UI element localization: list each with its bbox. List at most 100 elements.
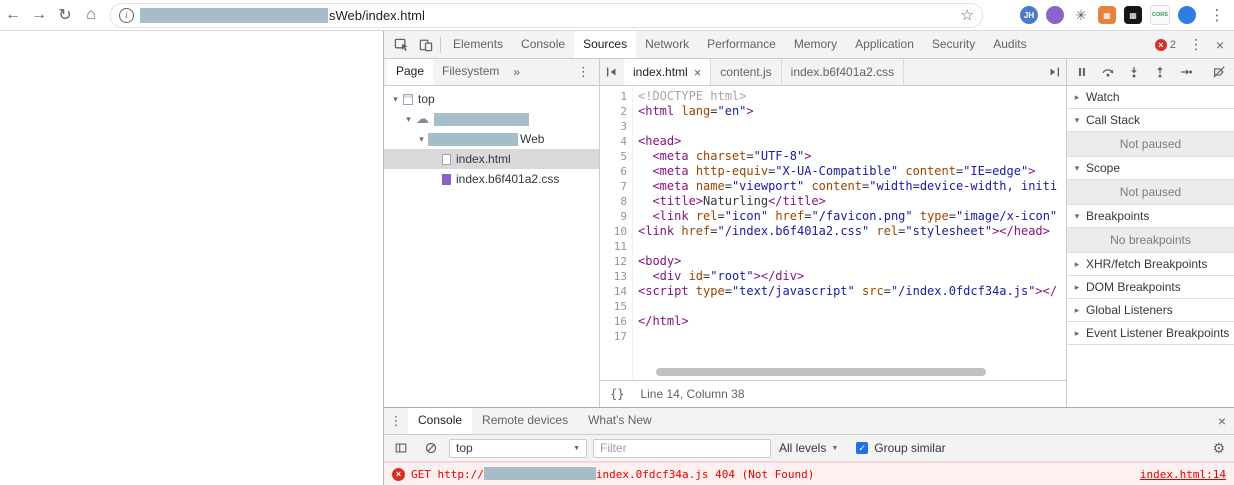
extension-purple-icon[interactable] bbox=[1046, 6, 1064, 24]
close-tab-icon[interactable]: × bbox=[694, 66, 702, 79]
section-call-stack[interactable]: ▾ Call Stack bbox=[1067, 109, 1234, 132]
editor-tab-index-html[interactable]: index.html × bbox=[624, 59, 712, 85]
line-number[interactable]: 9 bbox=[600, 209, 627, 224]
line-number[interactable]: 15 bbox=[600, 299, 627, 314]
navigator-tab-page[interactable]: Page bbox=[387, 59, 434, 85]
tree-item-redacted[interactable]: ▾ ☁ bbox=[384, 109, 599, 129]
error-message: GET http:// index.0fdcf34a.js 404 (Not Fo… bbox=[411, 467, 814, 481]
tree-item-web[interactable]: ▾ Web bbox=[384, 129, 599, 149]
extension-cors-icon[interactable]: CORS bbox=[1150, 5, 1170, 25]
step-icon[interactable] bbox=[1175, 60, 1197, 84]
error-source-link[interactable]: index.html:14 bbox=[1140, 468, 1226, 481]
tree-expanded-icon[interactable]: ▾ bbox=[402, 114, 415, 125]
section-scope[interactable]: ▾ Scope bbox=[1067, 157, 1234, 180]
log-levels-dropdown[interactable]: All levels ▼ bbox=[779, 441, 838, 455]
tree-expanded-icon[interactable]: ▾ bbox=[389, 94, 402, 105]
extension-orange-icon[interactable]: ▦ bbox=[1098, 6, 1116, 24]
console-sidebar-icon[interactable] bbox=[389, 436, 413, 460]
line-number[interactable]: 7 bbox=[600, 179, 627, 194]
drawer-tab-what-s-new[interactable]: What's New bbox=[578, 408, 662, 434]
devtools-tab-elements[interactable]: Elements bbox=[444, 31, 512, 58]
group-similar-checkbox[interactable]: ✓ bbox=[856, 442, 869, 454]
line-number[interactable]: 10 bbox=[600, 224, 627, 239]
navigator-menu-icon[interactable]: ⋮ bbox=[568, 64, 599, 80]
section-breakpoints[interactable]: ▾ Breakpoints bbox=[1067, 205, 1234, 228]
extension-blue-icon[interactable] bbox=[1178, 6, 1196, 24]
editor-overflow-icon[interactable] bbox=[1042, 59, 1066, 85]
pause-script-icon[interactable] bbox=[1071, 60, 1093, 84]
error-badge[interactable]: × 2 bbox=[1154, 38, 1176, 51]
line-number[interactable]: 2 bbox=[600, 104, 627, 119]
line-number[interactable]: 17 bbox=[600, 329, 627, 344]
line-number[interactable]: 6 bbox=[600, 164, 627, 179]
forward-icon[interactable]: → bbox=[26, 3, 52, 27]
drawer-menu-icon[interactable]: ⋮ bbox=[384, 413, 408, 429]
page-info-icon[interactable]: i bbox=[119, 7, 134, 23]
clear-console-icon[interactable] bbox=[419, 436, 443, 460]
back-icon[interactable]: ← bbox=[0, 3, 26, 27]
tree-expanded-icon[interactable]: ▾ bbox=[415, 134, 428, 145]
editor-tab-index-b6f401a2-css[interactable]: index.b6f401a2.css bbox=[782, 59, 905, 85]
devtools-tab-security[interactable]: Security bbox=[923, 31, 984, 58]
step-into-icon[interactable] bbox=[1123, 60, 1145, 84]
navigator-tab-filesystem[interactable]: Filesystem bbox=[433, 59, 508, 85]
line-number[interactable]: 5 bbox=[600, 149, 627, 164]
scrollbar-thumb[interactable] bbox=[656, 368, 986, 376]
devtools-tab-console[interactable]: Console bbox=[512, 31, 574, 58]
extension-asterisk-icon[interactable]: ✳ bbox=[1072, 6, 1090, 24]
navigator-overflow-icon[interactable]: » bbox=[508, 65, 525, 79]
section-event-listener-breakpoints[interactable]: ▸ Event Listener Breakpoints bbox=[1067, 322, 1234, 345]
line-number[interactable]: 4 bbox=[600, 134, 627, 149]
code-line: <link rel="icon" href="/favicon.png" typ… bbox=[652, 209, 1058, 223]
line-number[interactable]: 14 bbox=[600, 284, 627, 299]
deactivate-breakpoints-icon[interactable] bbox=[1208, 60, 1230, 84]
section-global-listeners[interactable]: ▸ Global Listeners bbox=[1067, 299, 1234, 322]
section-dom-breakpoints[interactable]: ▸ DOM Breakpoints bbox=[1067, 276, 1234, 299]
context-selector[interactable]: top ▼ bbox=[449, 438, 587, 458]
line-number[interactable]: 3 bbox=[600, 119, 627, 134]
devtools-tab-sources[interactable]: Sources bbox=[574, 31, 637, 58]
drawer-tab-remote-devices[interactable]: Remote devices bbox=[472, 408, 578, 434]
console-filter-input[interactable] bbox=[593, 438, 771, 458]
drawer-close-icon[interactable]: × bbox=[1210, 409, 1234, 433]
step-over-icon[interactable] bbox=[1097, 60, 1119, 84]
bookmark-star-icon[interactable]: ☆ bbox=[961, 6, 974, 24]
line-number[interactable]: 13 bbox=[600, 269, 627, 284]
code-editor[interactable]: 1 2 3 4 5 6 7 8 9 10 11 12 13 14 15 16 17 <!DOCTYPE html… bbox=[600, 86, 1066, 380]
devtools-tab-application[interactable]: Application bbox=[846, 31, 923, 58]
devtools-menu-icon[interactable]: ⋮ bbox=[1184, 33, 1208, 57]
tree-item-top[interactable]: ▾ top bbox=[384, 89, 599, 109]
editor-tab-content-js[interactable]: content.js bbox=[711, 59, 782, 85]
extension-qr-icon[interactable]: ▦ bbox=[1124, 6, 1142, 24]
line-number[interactable]: 1 bbox=[600, 89, 627, 104]
devtools-tab-memory[interactable]: Memory bbox=[785, 31, 846, 58]
line-number[interactable]: 12 bbox=[600, 254, 627, 269]
hide-navigator-icon[interactable] bbox=[600, 59, 624, 85]
device-toolbar-icon[interactable] bbox=[413, 33, 437, 57]
reload-icon[interactable]: ↻ bbox=[52, 3, 78, 27]
horizontal-scrollbar[interactable] bbox=[628, 368, 1064, 377]
home-icon[interactable]: ⌂ bbox=[78, 3, 104, 27]
line-number[interactable]: 11 bbox=[600, 239, 627, 254]
drawer-tab-console[interactable]: Console bbox=[408, 408, 473, 434]
error-url-file[interactable]: index.0fdcf34a.js bbox=[596, 468, 709, 481]
console-settings-icon[interactable]: ⚙ bbox=[1212, 440, 1229, 457]
devtools-tab-audits[interactable]: Audits bbox=[984, 31, 1035, 58]
section-xhr-fetch-breakpoints[interactable]: ▸ XHR/fetch Breakpoints bbox=[1067, 253, 1234, 276]
error-badge-count: 2 bbox=[1169, 38, 1176, 51]
inspect-element-icon[interactable] bbox=[389, 33, 413, 57]
pretty-print-button[interactable]: {} bbox=[610, 387, 624, 401]
line-number[interactable]: 16 bbox=[600, 314, 627, 329]
devtools-close-icon[interactable]: × bbox=[1208, 33, 1232, 57]
devtools-tab-network[interactable]: Network bbox=[636, 31, 698, 58]
browser-menu-icon[interactable]: ⋮ bbox=[1204, 3, 1230, 27]
step-out-icon[interactable] bbox=[1149, 60, 1171, 84]
tree-item-index-b6f401a2-css[interactable]: index.b6f401a2.css bbox=[384, 169, 599, 189]
devtools-tab-performance[interactable]: Performance bbox=[698, 31, 785, 58]
extension-jh-icon[interactable]: JH bbox=[1020, 6, 1038, 24]
section-watch[interactable]: ▸ Watch bbox=[1067, 86, 1234, 109]
tree-item-index-html[interactable]: index.html bbox=[384, 149, 599, 169]
url-bar[interactable]: i sWeb/index.html ☆ bbox=[110, 2, 983, 28]
line-number[interactable]: 8 bbox=[600, 194, 627, 209]
